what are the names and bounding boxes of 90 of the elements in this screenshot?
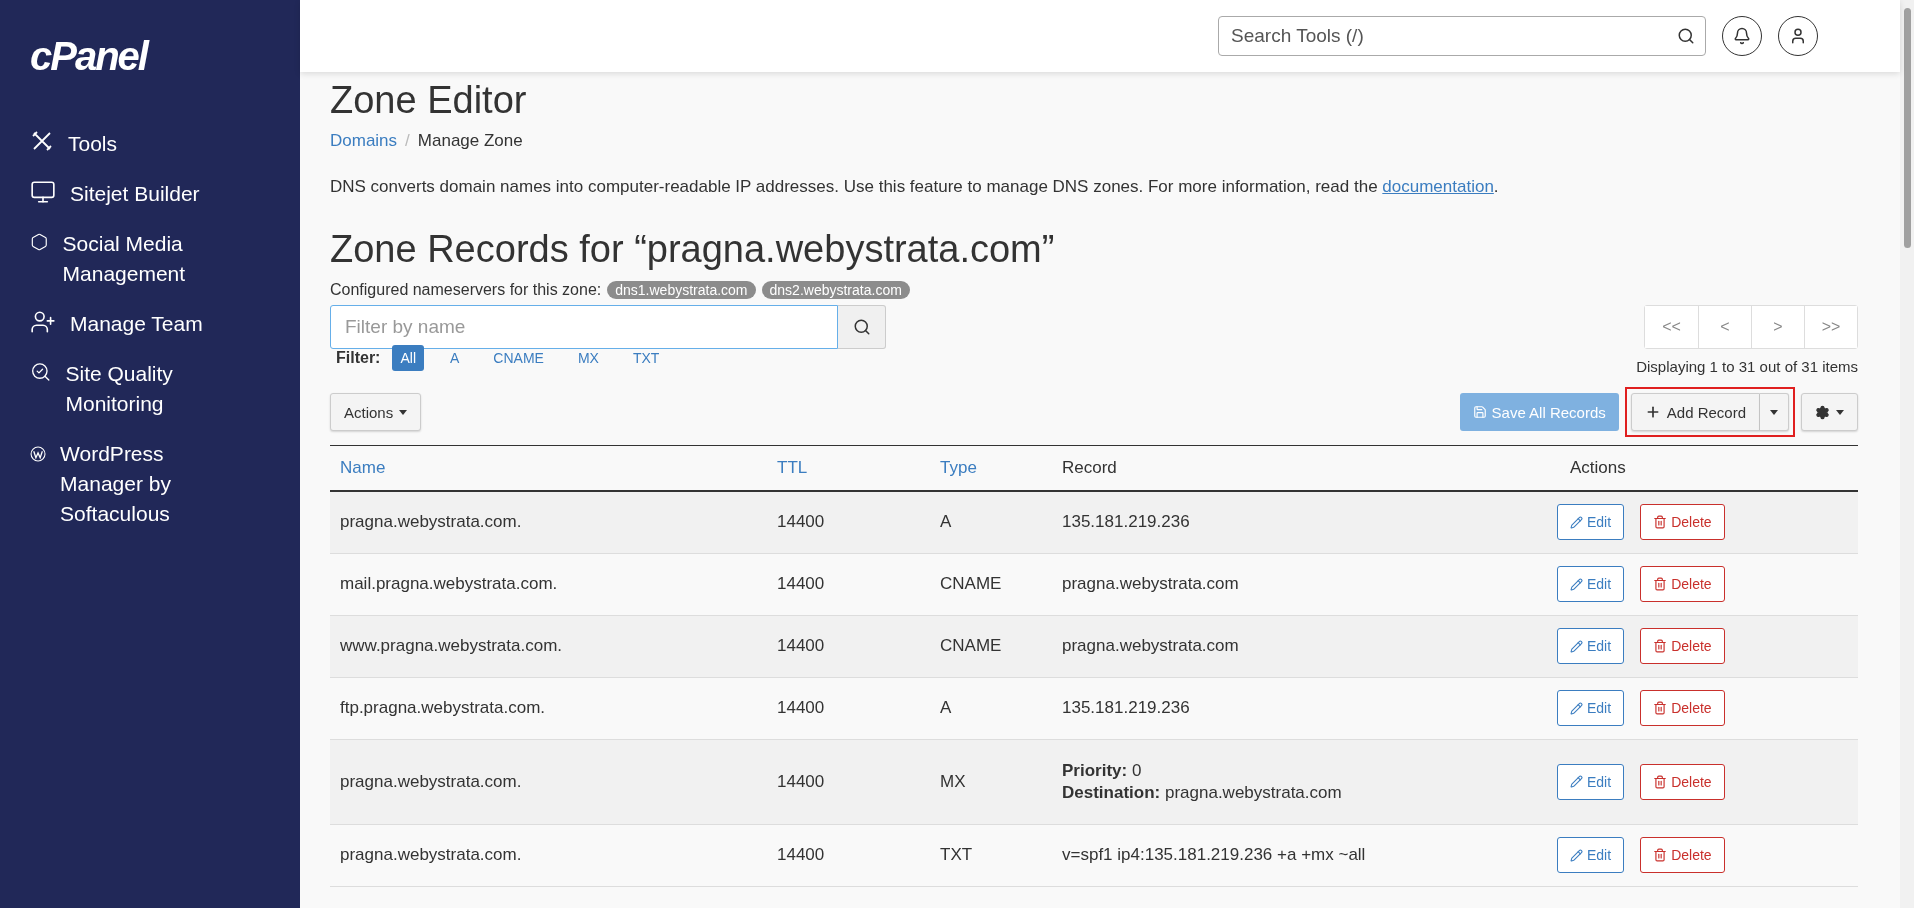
sidebar-item[interactable]: Manage Team xyxy=(30,309,240,339)
pencil-icon xyxy=(1570,639,1583,653)
caret-icon xyxy=(399,409,408,415)
delete-button[interactable]: Delete xyxy=(1640,690,1725,726)
trash-icon xyxy=(1653,515,1668,530)
table-cell: TXT xyxy=(930,824,1052,886)
edit-button[interactable]: Edit xyxy=(1557,504,1625,541)
search-icon xyxy=(1677,27,1695,45)
notifications-button[interactable] xyxy=(1722,16,1762,56)
table-cell: A xyxy=(930,677,1052,739)
table-cell: 14400 xyxy=(767,677,930,739)
edit-button[interactable]: Edit xyxy=(1557,837,1625,873)
filter-label: Filter: xyxy=(336,349,381,367)
monitor-icon xyxy=(30,179,56,205)
crossed-tools-icon xyxy=(30,129,54,153)
table-cell: mail.pragna.webystrata.com. xyxy=(330,553,767,615)
edit-button[interactable]: Edit xyxy=(1557,763,1625,800)
record-line: Priority: 0 xyxy=(1062,759,1143,782)
table-cell: 14400 xyxy=(767,739,930,824)
record-line: Destination: pragna.webystrata.com xyxy=(1062,781,1343,804)
table-cell: CNAME xyxy=(930,553,1052,615)
search-button[interactable] xyxy=(838,305,886,349)
description-text: DNS converts domain names into computer-readable IP addresses. Use this feature to manage DNS zones. For more information, read the documentation. xyxy=(330,177,1500,197)
record-line: v=spf1 ip4:135.181.219.236 +a +mx ~all xyxy=(1062,844,1367,866)
settings-button[interactable] xyxy=(1801,393,1858,431)
user-button[interactable] xyxy=(1778,16,1818,56)
nameserver-badge: dns2.webystrata.com xyxy=(761,281,910,299)
bell-icon xyxy=(1733,27,1751,45)
table-cell: pragna.webystrata.com. xyxy=(330,491,767,553)
delete-button[interactable]: Delete xyxy=(1640,837,1725,873)
zone-records-title: Zone Records for “pragna.webystrata.com” xyxy=(330,227,1056,271)
table-cell: MX xyxy=(930,739,1052,824)
table-cell: A xyxy=(930,491,1052,553)
sidebar-item[interactable]: Social Media Management xyxy=(30,229,240,289)
pencil-icon xyxy=(1570,515,1583,529)
table-cell: 14400 xyxy=(767,824,930,886)
gear-icon xyxy=(1815,404,1830,420)
search-field[interactable]: Search Tools (/) xyxy=(1218,16,1706,56)
breadcrumb-current: Manage Zone xyxy=(417,131,523,151)
trash-icon xyxy=(1653,639,1668,653)
nameserver-badge: dns1.webystrata.com xyxy=(607,281,756,299)
search-icon xyxy=(852,318,871,336)
table-cell: pragna.webystrata.com. xyxy=(330,824,767,886)
pagination-button[interactable]: >> xyxy=(1804,306,1857,348)
breadcrumb-link[interactable]: Domains xyxy=(330,131,398,151)
delete-button[interactable]: Delete xyxy=(1640,504,1725,541)
user-plus-icon xyxy=(30,309,56,335)
trash-icon xyxy=(1653,577,1668,591)
pencil-icon xyxy=(1570,848,1583,862)
items-summary: Displaying 1 to 31 out of 31 items xyxy=(1636,358,1858,375)
caret-icon xyxy=(1770,409,1778,415)
table-cell: 14400 xyxy=(767,491,930,553)
record-line: 135.181.219.236 xyxy=(1062,511,1191,534)
trash-icon xyxy=(1653,774,1668,789)
pencil-icon xyxy=(1570,775,1583,788)
trash-icon xyxy=(1653,701,1668,715)
delete-button[interactable]: Delete xyxy=(1640,628,1725,664)
record-line: pragna.webystrata.com xyxy=(1062,635,1240,657)
table-cell: pragna.webystrata.com. xyxy=(330,739,767,824)
edit-button[interactable]: Edit xyxy=(1557,566,1625,602)
table-cell: CNAME xyxy=(930,615,1052,677)
documentation-link[interactable]: documentation xyxy=(1382,177,1494,196)
record-line: 135.181.219.236 xyxy=(1062,697,1191,719)
sidebar-item[interactable]: Site Quality Monitoring xyxy=(30,359,240,419)
add-record-button[interactable]: Add Record xyxy=(1630,393,1760,431)
delete-button[interactable]: Delete xyxy=(1640,763,1725,800)
record-line: pragna.webystrata.com xyxy=(1062,573,1240,595)
actions-button[interactable]: Actions xyxy=(330,393,422,431)
pencil-icon xyxy=(1570,701,1583,715)
sidebar-item[interactable]: Sitejet Builder xyxy=(30,179,240,209)
cpanel-logo: cPanel xyxy=(30,34,147,79)
page-title: Zone Editor xyxy=(330,78,527,123)
edit-button[interactable]: Edit xyxy=(1557,690,1625,726)
breadcrumb-separator: / xyxy=(405,131,410,151)
type-filter-button[interactable]: All xyxy=(392,345,424,371)
caret-icon xyxy=(1836,409,1844,415)
table-cell: www.pragna.webystrata.com. xyxy=(330,615,767,677)
sidebar-item[interactable]: WordPress Manager by Softaculous xyxy=(30,439,240,529)
table-cell: 14400 xyxy=(767,615,930,677)
edit-button[interactable]: Edit xyxy=(1557,628,1625,664)
filter-field[interactable]: Filter by name xyxy=(330,305,838,349)
user-icon xyxy=(1789,27,1807,45)
table-cell: 14400 xyxy=(767,553,930,615)
delete-button[interactable]: Delete xyxy=(1640,566,1725,602)
sidebar-item[interactable]: Tools xyxy=(30,129,240,159)
nameservers-label: Configured nameservers for this zone: xyxy=(330,281,602,299)
scrollbar-thumb[interactable] xyxy=(1904,8,1911,248)
pencil-icon xyxy=(1570,577,1583,591)
trash-icon xyxy=(1653,848,1668,862)
table-cell: ftp.pragna.webystrata.com. xyxy=(330,677,767,739)
